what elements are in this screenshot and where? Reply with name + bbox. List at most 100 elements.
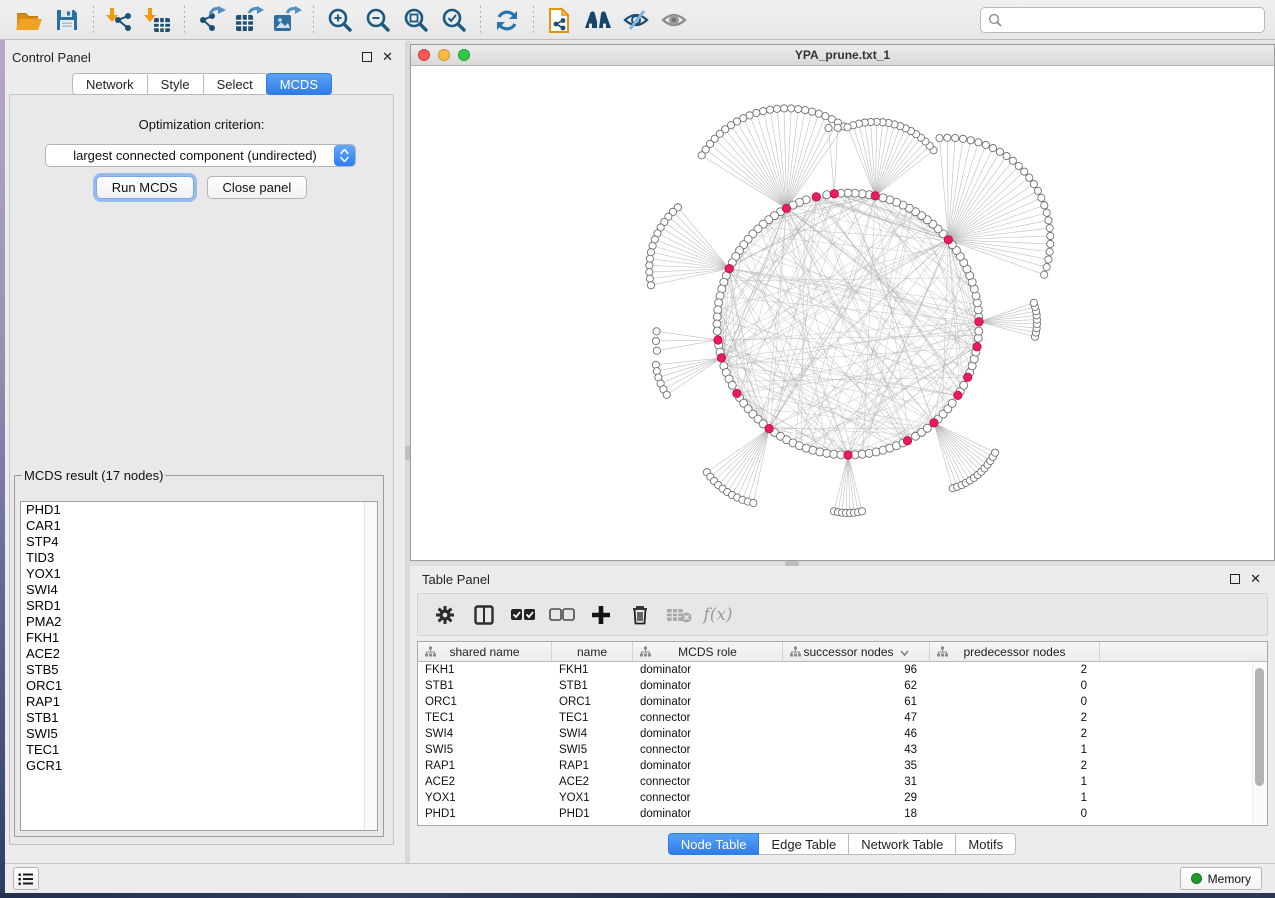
- table-cell[interactable]: 2: [930, 726, 1100, 742]
- graph-node[interactable]: [698, 152, 705, 159]
- table-cell[interactable]: 47: [783, 710, 930, 726]
- tab-select[interactable]: Select: [203, 73, 267, 95]
- graph-mcds-node[interactable]: [954, 391, 962, 399]
- graph-node[interactable]: [788, 105, 795, 112]
- network-from-file-button[interactable]: [541, 3, 579, 37]
- table-cell[interactable]: 29: [783, 790, 930, 806]
- graph-node[interactable]: [1003, 152, 1010, 159]
- table-cell[interactable]: ORC1: [418, 694, 552, 710]
- graph-node[interactable]: [1009, 157, 1016, 164]
- column-header-predecessor-nodes[interactable]: predecessor nodes: [930, 642, 1100, 661]
- graph-mcds-node[interactable]: [844, 451, 852, 459]
- close-panel-icon[interactable]: ✕: [1250, 574, 1261, 584]
- tab-network[interactable]: Network: [72, 73, 148, 95]
- graph-node[interactable]: [936, 135, 943, 142]
- graph-node[interactable]: [815, 110, 822, 117]
- close-panel-button[interactable]: Close panel: [207, 176, 308, 199]
- graph-node[interactable]: [646, 262, 653, 269]
- graph-node[interactable]: [802, 106, 809, 113]
- float-panel-icon[interactable]: [362, 52, 372, 62]
- graph-node[interactable]: [879, 194, 887, 202]
- table-cell[interactable]: FKH1: [552, 662, 633, 678]
- mcds-list-scrollbar[interactable]: [364, 502, 377, 830]
- table-cell[interactable]: connector: [633, 774, 783, 790]
- column-header-MCDS-role[interactable]: MCDS role: [633, 642, 783, 661]
- graph-mcds-node[interactable]: [975, 318, 983, 326]
- table-cell[interactable]: dominator: [633, 758, 783, 774]
- graph-node[interactable]: [1046, 248, 1053, 255]
- create-column-button[interactable]: [586, 599, 616, 631]
- table-cell[interactable]: 96: [783, 662, 930, 678]
- graph-node[interactable]: [646, 268, 653, 275]
- mcds-result-item[interactable]: YOX1: [21, 566, 377, 582]
- table-cell[interactable]: 2: [930, 662, 1100, 678]
- deselect-all-columns-button[interactable]: [547, 599, 577, 631]
- table-cell[interactable]: 31: [783, 774, 930, 790]
- graph-node[interactable]: [975, 139, 982, 146]
- zoom-in-button[interactable]: [321, 3, 359, 37]
- graph-node[interactable]: [760, 108, 767, 115]
- table-row[interactable]: FKH1FKH1dominator962: [418, 662, 1267, 678]
- table-cell[interactable]: 1: [930, 790, 1100, 806]
- table-cell[interactable]: STB1: [418, 678, 552, 694]
- mcds-result-item[interactable]: FKH1: [21, 630, 377, 646]
- table-cell[interactable]: connector: [633, 790, 783, 806]
- graph-mcds-node[interactable]: [903, 437, 911, 445]
- graph-node[interactable]: [808, 108, 815, 115]
- graph-mcds-node[interactable]: [930, 419, 938, 427]
- graph-node[interactable]: [753, 109, 760, 116]
- graph-node[interactable]: [822, 113, 829, 120]
- table-cell[interactable]: 1: [930, 774, 1100, 790]
- graph-node[interactable]: [952, 134, 959, 141]
- table-row[interactable]: PHD1PHD1dominator180: [418, 806, 1267, 822]
- table-row[interactable]: ACE2ACE2connector311: [418, 774, 1267, 790]
- criterion-select[interactable]: largest connected component (undirected): [45, 144, 356, 167]
- graph-mcds-node[interactable]: [973, 343, 981, 351]
- table-cell[interactable]: dominator: [633, 678, 783, 694]
- tab-style[interactable]: Style: [147, 73, 204, 95]
- mcds-result-item[interactable]: TEC1: [21, 742, 377, 758]
- close-panel-icon[interactable]: ✕: [382, 52, 393, 62]
- graph-node[interactable]: [1015, 162, 1022, 169]
- graph-node[interactable]: [646, 275, 653, 282]
- graph-node[interactable]: [1045, 256, 1052, 263]
- graph-node[interactable]: [1045, 217, 1052, 224]
- graph-mcds-node[interactable]: [714, 336, 722, 344]
- column-header-name[interactable]: name: [552, 642, 633, 661]
- float-panel-icon[interactable]: [1230, 574, 1240, 584]
- table-cell[interactable]: TEC1: [418, 710, 552, 726]
- zoom-fit-button[interactable]: [397, 3, 435, 37]
- mcds-result-item[interactable]: GCR1: [21, 758, 377, 774]
- mcds-result-item[interactable]: SWI4: [21, 582, 377, 598]
- graph-node[interactable]: [663, 391, 670, 398]
- mcds-result-item[interactable]: STB5: [21, 662, 377, 678]
- table-cell[interactable]: YOX1: [552, 790, 633, 806]
- graph-mcds-node[interactable]: [963, 373, 971, 381]
- graph-node[interactable]: [1041, 271, 1048, 278]
- graph-mcds-node[interactable]: [733, 389, 741, 397]
- table-cell[interactable]: 1: [930, 742, 1100, 758]
- graph-mcds-node[interactable]: [765, 424, 773, 432]
- graph-node[interactable]: [1047, 232, 1054, 239]
- table-cell[interactable]: connector: [633, 710, 783, 726]
- graph-node[interactable]: [653, 347, 660, 354]
- table-cell[interactable]: 0: [930, 806, 1100, 822]
- table-cell[interactable]: YOX1: [418, 790, 552, 806]
- table-row[interactable]: SWI4SWI4dominator462: [418, 726, 1267, 742]
- save-session-button[interactable]: [48, 3, 86, 37]
- graph-node[interactable]: [652, 337, 659, 344]
- graph-node[interactable]: [766, 106, 773, 113]
- tab-network-table[interactable]: Network Table: [848, 833, 956, 855]
- mcds-result-item[interactable]: STB1: [21, 710, 377, 726]
- graph-mcds-node[interactable]: [782, 204, 790, 212]
- table-cell[interactable]: 0: [930, 678, 1100, 694]
- run-mcds-button[interactable]: Run MCDS: [96, 176, 194, 199]
- graph-node[interactable]: [1038, 194, 1045, 201]
- mcds-result-item[interactable]: SRD1: [21, 598, 377, 614]
- table-cell[interactable]: dominator: [633, 726, 783, 742]
- table-cell[interactable]: 35: [783, 758, 930, 774]
- graph-node[interactable]: [858, 508, 865, 515]
- mcds-result-item[interactable]: ORC1: [21, 678, 377, 694]
- graph-mcds-node[interactable]: [830, 190, 838, 198]
- search-network-button[interactable]: [579, 3, 617, 37]
